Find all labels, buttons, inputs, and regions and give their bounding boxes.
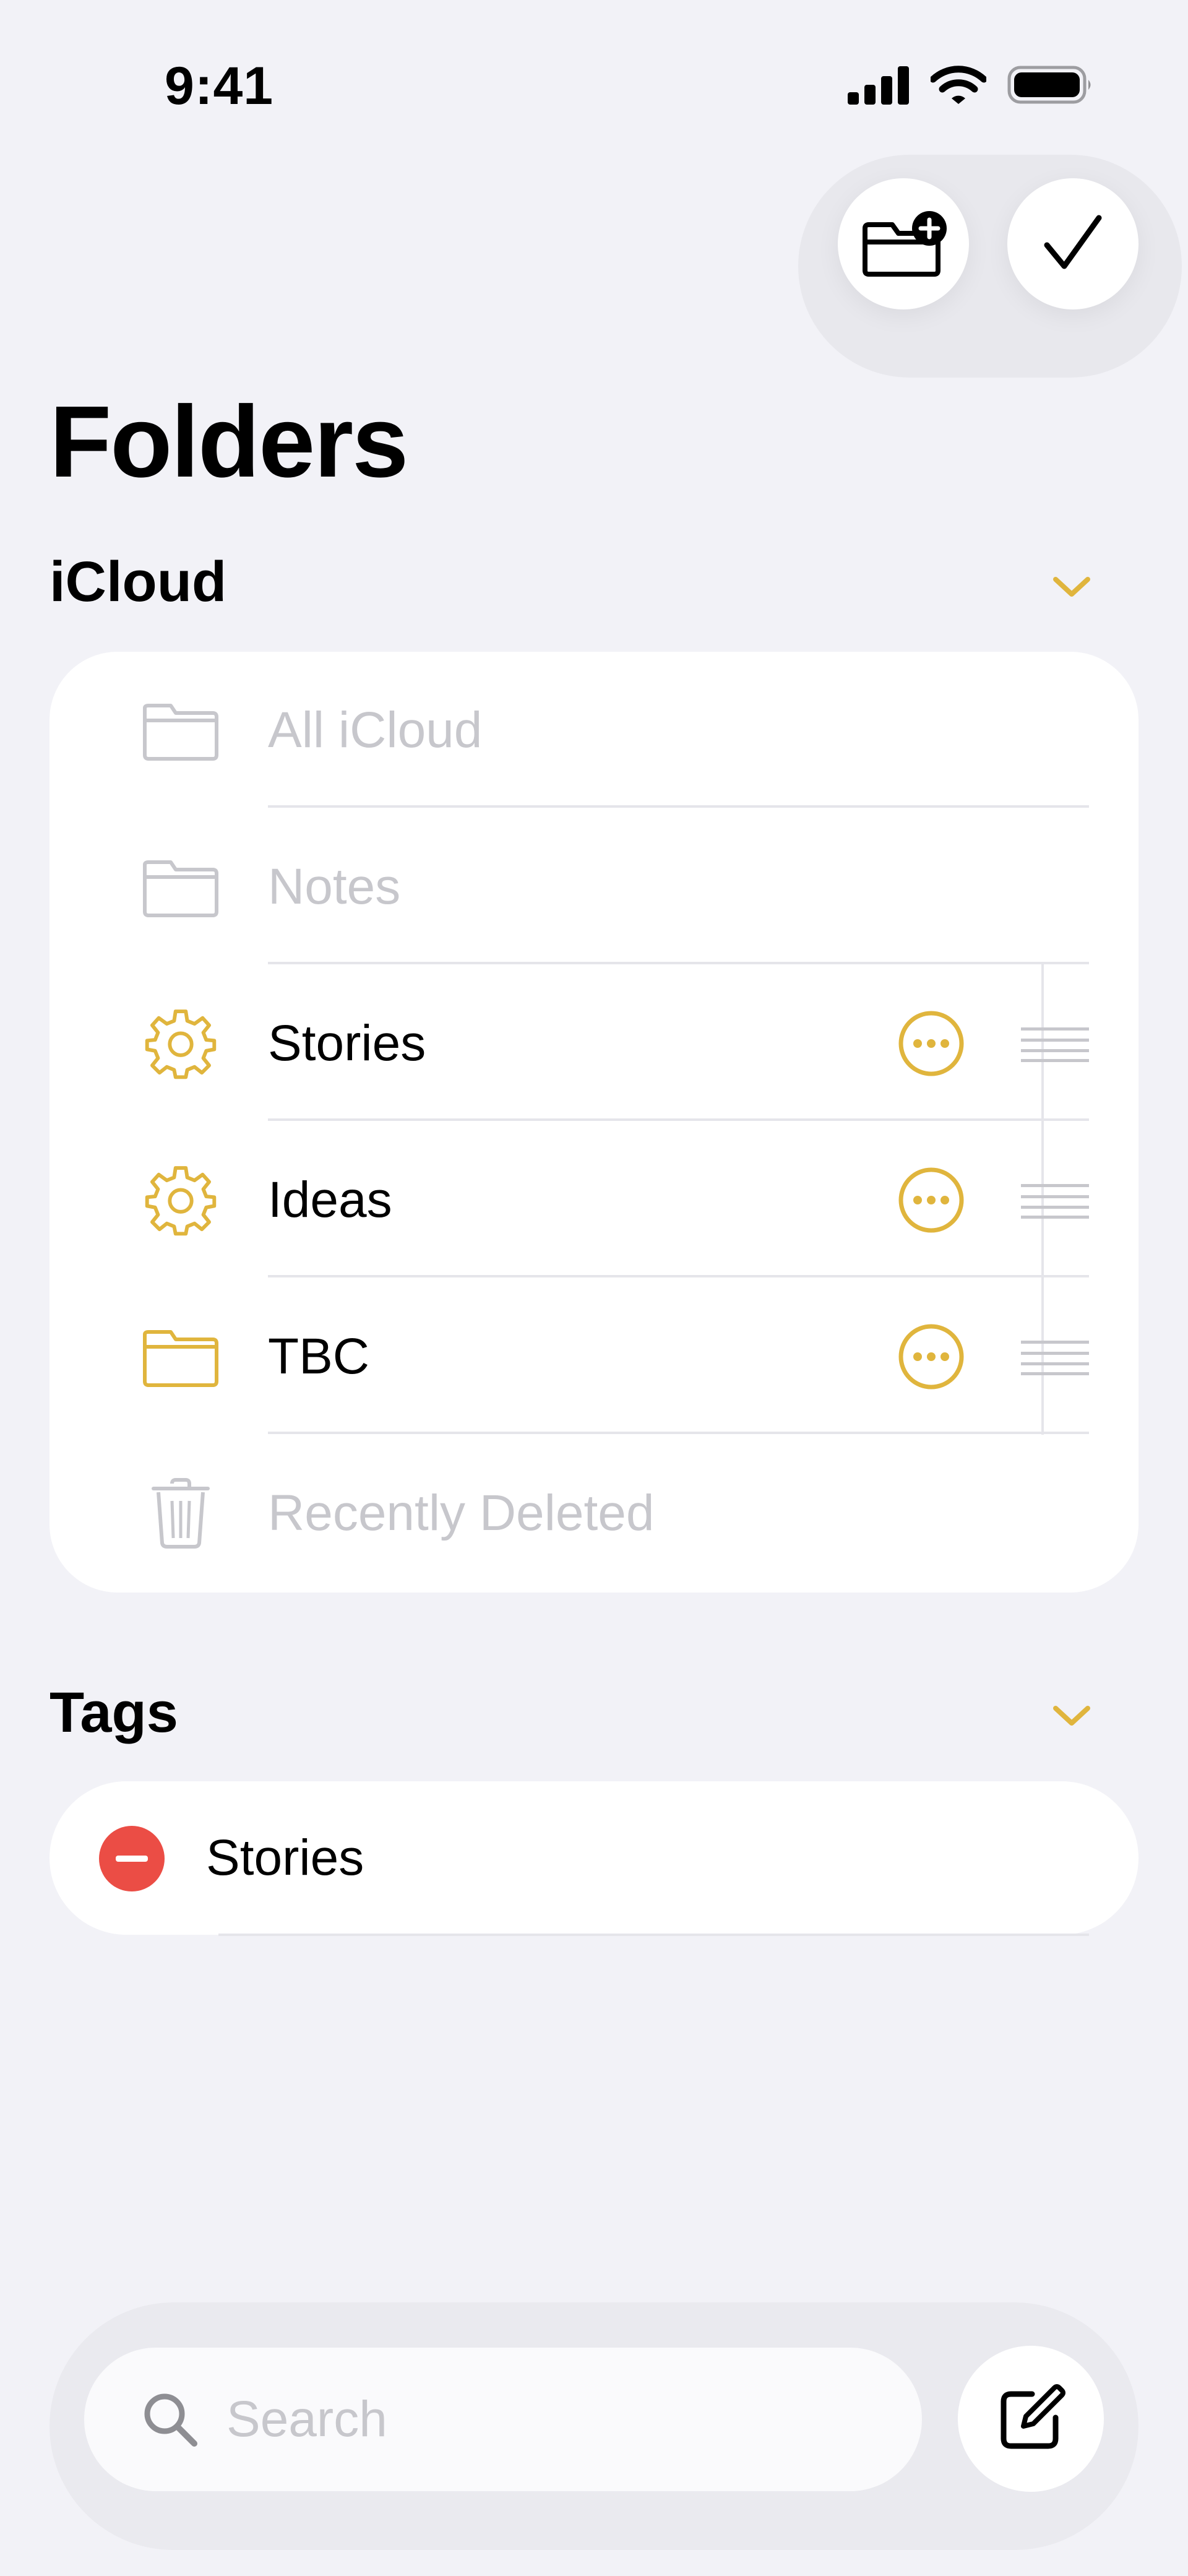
list-item[interactable]: Ideas [50, 1122, 1138, 1278]
list-item-label: Recently Deleted [268, 1484, 655, 1541]
gear-icon [142, 1005, 219, 1082]
tags-section-title: Tags [50, 1681, 178, 1744]
icloud-section-title: iCloud [50, 550, 227, 613]
tags-list: Stories [50, 1781, 1138, 1935]
search-input[interactable] [84, 2348, 922, 2491]
folder-icon [142, 1318, 219, 1395]
done-button[interactable] [1007, 178, 1138, 309]
divider [268, 1118, 1089, 1121]
status-time: 9:41 [165, 56, 274, 116]
divider [268, 1275, 1089, 1277]
status-icons [848, 64, 1094, 105]
folder-icon [142, 849, 219, 925]
new-folder-icon [863, 211, 947, 277]
minus-circle-icon[interactable] [99, 1826, 165, 1891]
chevron-down-icon[interactable] [1052, 1703, 1091, 1728]
list-item-label: Stories [268, 1014, 426, 1071]
more-options-icon[interactable] [897, 1009, 965, 1078]
icloud-folder-list: All iCloud Notes Stories Ideas TBC Recen… [50, 652, 1138, 1593]
folder-icon [142, 692, 219, 769]
battery-icon [1007, 66, 1091, 104]
search-placeholder: Search [226, 2391, 387, 2447]
search-icon [144, 2393, 197, 2447]
list-item-label: All iCloud [268, 701, 483, 758]
checkmark-icon [1044, 215, 1102, 269]
trash-icon [142, 1475, 219, 1552]
reorder-grip-icon[interactable] [1021, 1182, 1089, 1219]
reorder-grip-icon[interactable] [1021, 1338, 1089, 1375]
divider [268, 1432, 1089, 1434]
chevron-down-icon[interactable] [1052, 574, 1091, 599]
gear-icon [142, 1162, 219, 1238]
list-item[interactable]: Notes [50, 808, 1138, 965]
divider [268, 962, 1089, 964]
list-item[interactable]: All iCloud [50, 652, 1138, 808]
list-item[interactable]: Stories [50, 965, 1138, 1122]
more-options-icon[interactable] [897, 1166, 965, 1234]
wifi-icon [931, 66, 986, 104]
list-item-label: Stories [206, 1830, 364, 1886]
list-item[interactable]: TBC [50, 1278, 1138, 1435]
cellular-signal-icon [848, 66, 909, 105]
more-options-icon[interactable] [897, 1323, 965, 1391]
list-item[interactable]: Recently Deleted [50, 1435, 1138, 1591]
list-item-label: TBC [268, 1328, 369, 1385]
reorder-grip-icon[interactable] [1021, 1025, 1089, 1062]
list-item-label: Notes [268, 858, 401, 915]
page-title: Folders [50, 385, 408, 498]
divider [268, 805, 1089, 808]
list-item[interactable]: Stories [50, 1781, 1138, 1935]
divider [218, 1934, 1089, 1936]
compose-icon [1001, 2384, 1065, 2449]
compose-button[interactable] [958, 2346, 1104, 2492]
list-item-label: Ideas [268, 1171, 392, 1228]
new-folder-button[interactable] [838, 178, 969, 309]
